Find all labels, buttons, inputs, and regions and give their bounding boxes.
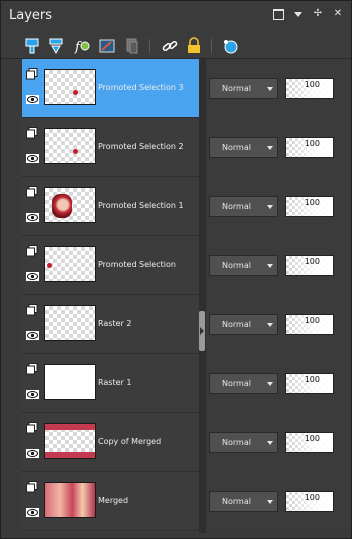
blend-mode-dropdown[interactable]: Normal — [209, 314, 278, 335]
layer-thumbnail — [44, 482, 96, 518]
layer-name: Raster 2 — [98, 319, 132, 328]
layer-type-icon — [26, 245, 38, 257]
layer-row[interactable]: Raster 2 — [22, 295, 199, 354]
layer-thumbnail — [44, 128, 96, 164]
blend-mode-dropdown[interactable]: Normal — [209, 255, 278, 276]
panel-title: Layers — [9, 8, 53, 23]
visibility-eye-icon[interactable] — [26, 272, 39, 281]
title-bar: Layers — [1, 1, 351, 29]
opacity-value: 100 — [304, 198, 320, 207]
layer-list: Promoted Selection 3 Promoted Selection 2… — [22, 59, 199, 533]
layer-row[interactable]: Promoted Selection 1 — [22, 177, 199, 236]
opacity-value: 100 — [304, 316, 320, 325]
layer-name: Promoted Selection 1 — [98, 201, 184, 210]
opacity-slider[interactable]: 100 — [285, 373, 334, 394]
layer-properties-column: Normal 100 Normal 100 Normal 100 Normal 100 Norm… — [206, 59, 351, 533]
layer-properties-icon[interactable] — [221, 37, 239, 55]
blend-mode-dropdown[interactable]: Normal — [209, 196, 278, 217]
window-controls — [271, 7, 345, 21]
new-mask-layer-icon[interactable] — [98, 37, 116, 55]
collapse-handle[interactable] — [199, 311, 205, 351]
layer-type-icon — [26, 422, 38, 434]
layer-type-icon — [26, 304, 38, 316]
layers-toolbar: f — [1, 29, 351, 59]
opacity-value: 100 — [304, 257, 320, 266]
layer-type-icon — [26, 127, 38, 139]
layers-panel: Layers f — [0, 0, 352, 539]
opacity-slider[interactable]: 100 — [285, 432, 334, 453]
toolbar-separator — [211, 39, 212, 53]
visibility-eye-icon[interactable] — [26, 213, 39, 222]
layer-row[interactable]: Promoted Selection — [22, 236, 199, 295]
layer-thumbnail — [44, 187, 96, 223]
blend-mode-dropdown[interactable]: Normal — [209, 491, 278, 512]
layer-row[interactable]: Merged — [22, 472, 199, 531]
layer-name: Merged — [98, 496, 129, 505]
opacity-slider[interactable]: 100 — [285, 255, 334, 276]
layer-row[interactable]: Copy of Merged — [22, 413, 199, 472]
visibility-eye-icon[interactable] — [26, 449, 39, 458]
layer-type-icon — [26, 481, 38, 493]
opacity-value: 100 — [304, 375, 320, 384]
visibility-eye-icon[interactable] — [26, 390, 39, 399]
opacity-slider[interactable]: 100 — [285, 78, 334, 99]
layer-thumbnail — [44, 246, 96, 282]
link-layers-icon[interactable] — [161, 37, 179, 55]
new-adjustment-layer-icon[interactable]: f — [73, 37, 91, 55]
layer-thumbnail — [44, 69, 96, 105]
layer-type-icon — [26, 68, 38, 80]
layer-thumbnail — [44, 423, 96, 459]
dropdown-icon[interactable] — [291, 7, 305, 21]
duplicate-layer-icon[interactable] — [123, 37, 141, 55]
layer-name: Copy of Merged — [98, 437, 162, 446]
new-raster-layer-icon[interactable] — [23, 37, 41, 55]
lock-transparency-icon[interactable] — [185, 37, 203, 55]
visibility-eye-icon[interactable] — [26, 95, 39, 104]
layer-name: Promoted Selection — [98, 260, 176, 269]
blend-mode-dropdown[interactable]: Normal — [209, 432, 278, 453]
layer-tree-gutter — [1, 59, 22, 533]
opacity-value: 100 — [304, 80, 320, 89]
opacity-slider[interactable]: 100 — [285, 314, 334, 335]
layer-type-icon — [26, 186, 38, 198]
layer-name: Raster 1 — [98, 378, 132, 387]
layer-row[interactable]: Promoted Selection 2 — [22, 118, 199, 177]
panel-splitter[interactable] — [199, 59, 206, 533]
opacity-value: 100 — [304, 493, 320, 502]
visibility-eye-icon[interactable] — [26, 154, 39, 163]
opacity-value: 100 — [304, 139, 320, 148]
layer-row[interactable]: Raster 1 — [22, 354, 199, 413]
new-vector-layer-icon[interactable] — [47, 37, 65, 55]
layer-row[interactable]: Promoted Selection 3 — [22, 59, 199, 118]
layer-name: Promoted Selection 3 — [98, 83, 184, 92]
blend-mode-dropdown[interactable]: Normal — [209, 373, 278, 394]
opacity-slider[interactable]: 100 — [285, 196, 334, 217]
blend-mode-dropdown[interactable]: Normal — [209, 137, 278, 158]
opacity-slider[interactable]: 100 — [285, 137, 334, 158]
blend-mode-dropdown[interactable]: Normal — [209, 78, 278, 99]
opacity-value: 100 — [304, 434, 320, 443]
layer-thumbnail — [44, 364, 96, 400]
layer-thumbnail — [44, 305, 96, 341]
visibility-eye-icon[interactable] — [26, 331, 39, 340]
visibility-eye-icon[interactable] — [26, 508, 39, 517]
restore-icon[interactable] — [271, 7, 285, 21]
layer-type-icon — [26, 363, 38, 375]
toolbar-separator — [149, 39, 150, 53]
close-icon[interactable] — [331, 7, 345, 21]
opacity-slider[interactable]: 100 — [285, 491, 334, 512]
pin-icon[interactable] — [311, 7, 325, 21]
layer-name: Promoted Selection 2 — [98, 142, 184, 151]
